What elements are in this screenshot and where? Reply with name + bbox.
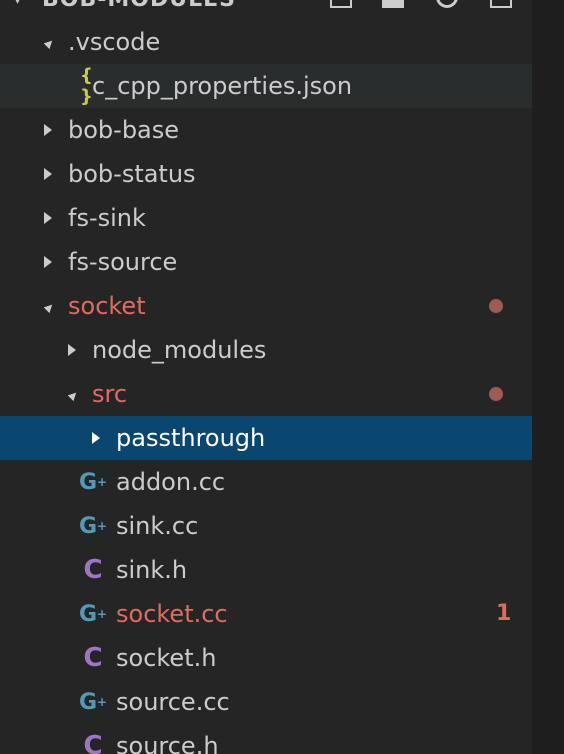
- chevron-right-icon[interactable]: [86, 416, 106, 460]
- tree-item-label: .vscode: [68, 28, 161, 56]
- chevron-down-icon[interactable]: [38, 284, 58, 328]
- cpp-icon: G +: [78, 689, 108, 715]
- tree-item-label: c_cpp_properties.json: [92, 72, 353, 100]
- collapse-all-icon[interactable]: [490, 0, 512, 8]
- chevron-right-icon[interactable]: [38, 196, 58, 240]
- modified-dot-icon: [489, 387, 503, 401]
- tree-folder-src[interactable]: src: [0, 372, 532, 416]
- new-file-icon[interactable]: [330, 0, 352, 8]
- tree-folder-fs-source[interactable]: fs-source: [0, 240, 532, 284]
- tree-item-label: bob-status: [68, 160, 196, 188]
- tree-item-label: sink.cc: [116, 512, 199, 540]
- tree-folder-vscode[interactable]: .vscode: [0, 20, 532, 64]
- tree-file-sink-h[interactable]: Csink.h: [0, 548, 532, 592]
- chevron-right-icon[interactable]: [38, 108, 58, 152]
- tree-file-c-cpp-properties-json[interactable]: { } c_cpp_properties.json: [0, 64, 532, 108]
- tree-folder-bob-base[interactable]: bob-base: [0, 108, 532, 152]
- tree-file-addon-cc[interactable]: G + addon.cc: [0, 460, 532, 504]
- tree-item-label: socket.cc: [116, 600, 228, 628]
- chevron-right-icon[interactable]: [38, 152, 58, 196]
- tree-item-label: src: [92, 380, 128, 408]
- tree-file-source-cc[interactable]: G + source.cc: [0, 680, 532, 724]
- tree-file-sink-cc[interactable]: G + sink.cc: [0, 504, 532, 548]
- c-header-icon: C: [83, 731, 103, 754]
- tree-item-label: socket: [68, 292, 146, 320]
- chevron-down-icon[interactable]: [38, 20, 58, 64]
- chevron-right-icon[interactable]: [62, 328, 82, 372]
- chevron-down-icon[interactable]: [62, 372, 82, 416]
- refresh-icon[interactable]: [436, 0, 458, 8]
- cpp-icon: G +: [78, 513, 108, 539]
- new-folder-icon[interactable]: [382, 0, 404, 8]
- tree-file-socket-h[interactable]: Csocket.h: [0, 636, 532, 680]
- section-title: BOB-MODULES: [42, 0, 236, 12]
- tree-folder-socket[interactable]: socket: [0, 284, 532, 328]
- file-tree: .vscode { } c_cpp_properties.json bob-base b…: [0, 20, 532, 754]
- tree-file-socket-cc[interactable]: G + socket.cc 1: [0, 592, 532, 636]
- tree-folder-node-modules[interactable]: node_modules: [0, 328, 532, 372]
- tree-item-label: bob-base: [68, 116, 180, 144]
- c-header-icon: C: [83, 643, 103, 673]
- cpp-icon: G +: [78, 469, 108, 495]
- c-header-icon: C: [83, 555, 103, 585]
- tree-item-label: sink.h: [116, 556, 188, 584]
- problem-count-badge: 1: [496, 601, 512, 626]
- section-collapse-icon: ▾: [14, 0, 22, 8]
- tree-item-label: fs-sink: [68, 204, 146, 232]
- tree-folder-passthrough[interactable]: passthrough: [0, 416, 532, 460]
- explorer-section-header[interactable]: ▾ BOB-MODULES: [0, 0, 532, 12]
- tree-item-label: addon.cc: [116, 468, 226, 496]
- tree-item-label: node_modules: [92, 336, 267, 364]
- tree-file-source-h[interactable]: Csource.h: [0, 724, 532, 754]
- tree-folder-bob-status[interactable]: bob-status: [0, 152, 532, 196]
- tree-item-label: source.h: [116, 732, 219, 754]
- tree-folder-fs-sink[interactable]: fs-sink: [0, 196, 532, 240]
- tree-item-label: socket.h: [116, 644, 217, 672]
- tree-item-label: source.cc: [116, 688, 230, 716]
- cpp-icon: G +: [78, 601, 108, 627]
- chevron-right-icon[interactable]: [38, 240, 58, 284]
- file-explorer: ▾ BOB-MODULES .vscode { }c_cpp_properties…: [0, 0, 564, 754]
- scrollbar-track[interactable]: [532, 0, 564, 754]
- tree-item-label: fs-source: [68, 248, 178, 276]
- modified-dot-icon: [489, 299, 503, 313]
- tree-item-label: passthrough: [116, 424, 266, 452]
